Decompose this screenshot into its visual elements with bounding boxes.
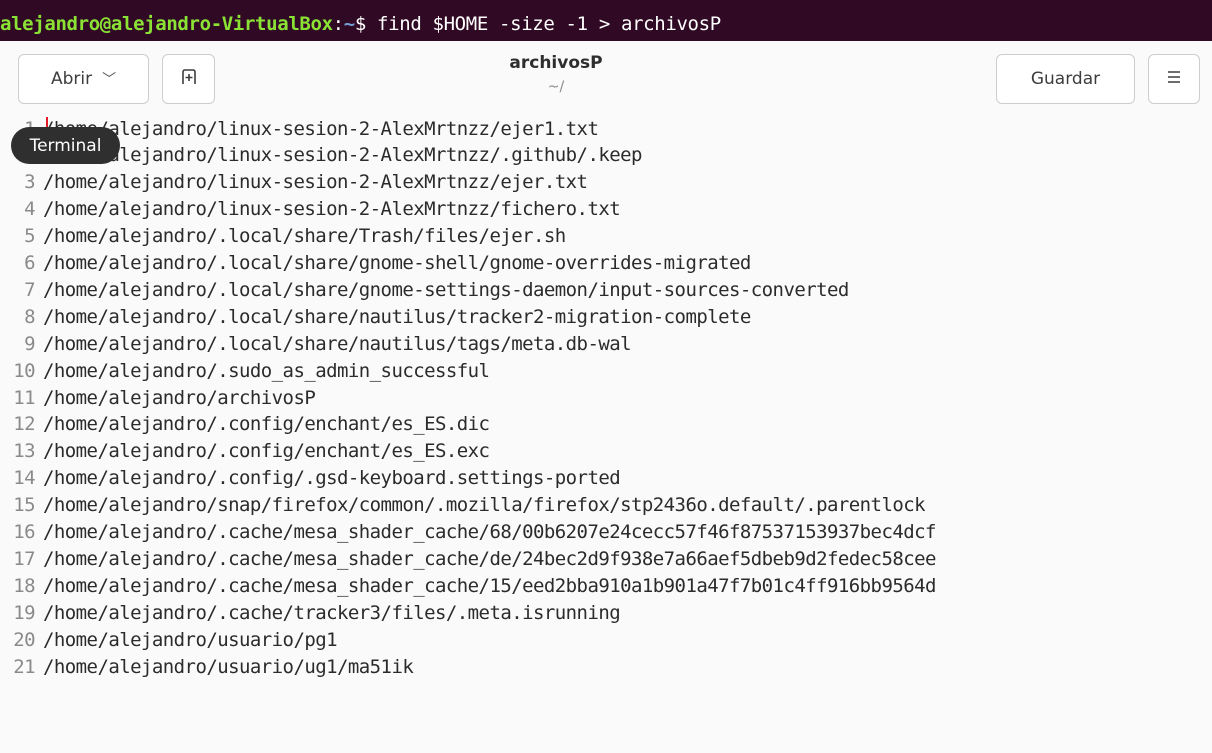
line-text: /home/alejandro/archivosP xyxy=(43,386,316,409)
line-text: /home/alejandro/.cache/mesa_shader_cache… xyxy=(43,574,936,597)
chevron-down-icon: ﹀ xyxy=(102,72,117,88)
line-number: 19 xyxy=(13,601,35,624)
line-text: /home/alejandro/.config/enchant/es_ES.ex… xyxy=(43,440,490,463)
document-title: archivosP xyxy=(509,53,603,73)
line-text: /home/alejandro/linux-sesion-2-AlexMrtnz… xyxy=(43,171,588,194)
line-number: 5 xyxy=(24,225,35,248)
document-path: ~/ xyxy=(547,79,565,95)
main-menu-button[interactable] xyxy=(1148,54,1200,104)
line-number: 21 xyxy=(13,655,35,678)
line-text: /home/alejandro/.local/share/gnome-setti… xyxy=(43,278,849,301)
terminal-path: ~ xyxy=(343,13,355,35)
line-text: /home/alejandro/.sudo_as_admin_successfu… xyxy=(43,359,490,382)
tooltip-label: Terminal xyxy=(29,135,102,156)
line-text: /home/alejandro/.config/.gsd-keyboard.se… xyxy=(43,467,621,490)
line-text: /home/alejandro/linux-sesion-2-AlexMrtnz… xyxy=(43,117,599,140)
line-number: 10 xyxy=(13,359,35,382)
line-text: /home/alejandro/usuario/pg1 xyxy=(43,628,338,651)
editor-line[interactable]: 17/home/alejandro/.cache/mesa_shader_cac… xyxy=(0,545,936,572)
open-button[interactable]: Abrir ﹀ xyxy=(18,54,149,104)
line-number: 13 xyxy=(13,440,35,463)
line-text: /home/alejandro/.local/share/nautilus/ta… xyxy=(43,332,632,355)
open-button-label: Abrir xyxy=(50,69,93,89)
text-editor-area[interactable]: 1/home/alejandro/linux-sesion-2-AlexMrtn… xyxy=(0,115,1212,753)
line-number: 20 xyxy=(13,628,35,651)
editor-line[interactable]: 14/home/alejandro/.config/.gsd-keyboard.… xyxy=(0,465,620,492)
line-text: /home/alejandro/linux-sesion-2-AlexMrtnz… xyxy=(43,144,642,167)
terminal-command: find $HOME -size -1 > archivosP xyxy=(377,13,721,35)
new-tab-button[interactable] xyxy=(162,54,215,104)
terminal-colon: : xyxy=(332,13,344,35)
editor-line[interactable]: 13/home/alejandro/.config/enchant/es_ES.… xyxy=(0,438,490,465)
line-text: /home/alejandro/linux-sesion-2-AlexMrtnz… xyxy=(43,198,621,221)
terminal-window-strip[interactable]: alejandro@alejandro-VirtualBox:~$ find $… xyxy=(0,0,1212,41)
line-number: 3 xyxy=(24,171,35,194)
line-number: 12 xyxy=(13,413,35,436)
editor-line[interactable]: 8/home/alejandro/.local/share/nautilus/t… xyxy=(0,303,751,330)
line-text: /home/alejandro/.cache/mesa_shader_cache… xyxy=(43,521,936,543)
line-number: 18 xyxy=(13,574,35,597)
editor-header-bar: Abrir ﹀ archivosP ~/ Guardar xyxy=(0,41,1212,115)
line-text: /home/alejandro/.cache/mesa_shader_cache… xyxy=(43,547,936,570)
hamburger-menu-icon xyxy=(1166,69,1182,89)
line-number: 16 xyxy=(13,521,35,543)
editor-line[interactable]: 21/home/alejandro/usuario/ug1/ma51ik xyxy=(0,653,414,680)
terminal-prompt-symbol: $ xyxy=(354,13,378,35)
line-text: /home/alejandro/.local/share/Trash/files… xyxy=(43,225,566,248)
line-number: 7 xyxy=(24,278,35,301)
editor-line[interactable]: 11/home/alejandro/archivosP xyxy=(0,384,316,411)
editor-line[interactable]: 16/home/alejandro/.cache/mesa_shader_cac… xyxy=(0,519,936,546)
line-number: 6 xyxy=(24,252,35,274)
editor-line[interactable]: 9/home/alejandro/.local/share/nautilus/t… xyxy=(0,330,631,357)
editor-line[interactable]: 4/home/alejandro/linux-sesion-2-AlexMrtn… xyxy=(0,196,621,223)
line-text: /home/alejandro/.local/share/nautilus/tr… xyxy=(43,305,751,328)
line-text: /home/alejandro/usuario/ug1/ma51ik xyxy=(43,655,414,678)
new-tab-icon xyxy=(179,67,199,92)
line-number: 17 xyxy=(13,547,35,570)
line-text: /home/alejandro/snap/firefox/common/.moz… xyxy=(43,494,926,517)
line-text: /home/alejandro/.config/enchant/es_ES.di… xyxy=(43,413,490,436)
editor-line[interactable]: 3/home/alejandro/linux-sesion-2-AlexMrtn… xyxy=(0,169,588,196)
terminal-tooltip: Terminal xyxy=(11,127,120,164)
terminal-prompt-line: alejandro@alejandro-VirtualBox:~$ find $… xyxy=(0,12,721,36)
editor-line[interactable]: 10/home/alejandro/.sudo_as_admin_success… xyxy=(0,357,490,384)
line-number: 15 xyxy=(13,494,35,517)
terminal-user-host: alejandro@alejandro-VirtualBox xyxy=(0,13,333,35)
editor-line[interactable]: 6/home/alejandro/.local/share/gnome-shel… xyxy=(0,250,751,277)
editor-line[interactable]: 20/home/alejandro/usuario/pg1 xyxy=(0,626,337,653)
editor-line[interactable]: 19/home/alejandro/.cache/tracker3/files/… xyxy=(0,599,620,626)
line-text: /home/alejandro/.local/share/gnome-shell… xyxy=(43,252,751,274)
editor-line[interactable]: 5/home/alejandro/.local/share/Trash/file… xyxy=(0,223,566,250)
save-button[interactable]: Guardar xyxy=(996,54,1135,104)
line-number: 11 xyxy=(13,386,35,409)
line-number: 14 xyxy=(13,467,35,490)
line-number: 4 xyxy=(24,198,35,221)
editor-line[interactable]: 7/home/alejandro/.local/share/gnome-sett… xyxy=(0,276,849,303)
editor-line[interactable]: 12/home/alejandro/.config/enchant/es_ES.… xyxy=(0,411,490,438)
editor-line[interactable]: 15/home/alejandro/snap/firefox/common/.m… xyxy=(0,492,925,519)
cursor-marker xyxy=(46,117,48,127)
line-text: /home/alejandro/.cache/tracker3/files/.m… xyxy=(43,601,621,624)
save-button-label: Guardar xyxy=(1030,69,1101,89)
editor-line[interactable]: 18/home/alejandro/.cache/mesa_shader_cac… xyxy=(0,572,936,599)
line-number: 9 xyxy=(24,332,35,355)
line-number: 8 xyxy=(24,305,35,328)
